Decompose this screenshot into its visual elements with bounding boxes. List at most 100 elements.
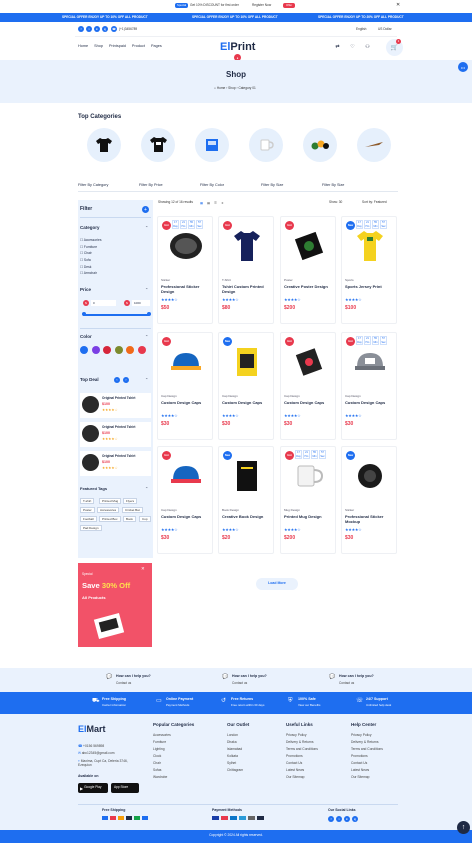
- product-category[interactable]: T-Shirt: [222, 279, 231, 282]
- product-card[interactable]: Hot 17 Day 21 Hrs 55 Min 57 Sec Sticker Profes…: [157, 216, 213, 324]
- deal-item[interactable]: Original Printed Tshirt $100 ★★★★☆: [80, 422, 151, 447]
- footer-link[interactable]: Promotions: [286, 754, 303, 758]
- language-select[interactable]: English: [356, 27, 366, 31]
- product-card[interactable]: Hot Cap Design Custom Design Caps ★★★★☆ $30: [280, 332, 336, 440]
- filter-by-price[interactable]: Filter By Price: [139, 183, 163, 188]
- price-min-input[interactable]: 0: [91, 300, 116, 306]
- promo-close-icon[interactable]: ✕: [141, 566, 145, 572]
- tag-chip[interactable]: Football: [80, 516, 97, 522]
- nav-printspaid[interactable]: Printspaid: [109, 44, 126, 49]
- footer-link[interactable]: London: [227, 733, 238, 737]
- currency-select[interactable]: US Dollar: [378, 27, 392, 31]
- deal-item[interactable]: Original Printed Tshirt $100 ★★★★☆: [80, 393, 151, 418]
- footer-link[interactable]: Privacy Policy: [286, 733, 307, 737]
- product-name[interactable]: Custom Design Caps: [161, 514, 213, 520]
- category-pen[interactable]: [357, 128, 391, 162]
- product-card[interactable]: Hot Poster Creative Poster Design ★★★★☆ $200: [280, 216, 336, 324]
- footer-link[interactable]: Chair: [153, 761, 161, 765]
- footer-link[interactable]: Kolkata: [227, 754, 238, 758]
- close-icon[interactable]: ✕: [396, 3, 400, 8]
- compare-icon[interactable]: ⇄: [334, 43, 341, 50]
- app-store-button[interactable]: App Store: [111, 783, 139, 793]
- product-card[interactable]: Hot Cap Design Custom Design Caps ★★★★☆ $30: [157, 446, 213, 554]
- footer-link[interactable]: Contact Us: [286, 761, 302, 765]
- product-card[interactable]: New Book Design Creative Book Design ★★★★☆ $…: [218, 446, 274, 554]
- footer-link[interactable]: Clock: [153, 754, 161, 758]
- product-category[interactable]: Cap Design: [161, 395, 177, 398]
- product-name[interactable]: Creative Poster Design: [284, 284, 336, 290]
- footer-link[interactable]: Our Sitemap: [286, 775, 305, 779]
- product-name[interactable]: Sports Jersey Print: [345, 284, 397, 290]
- deal-name[interactable]: Original Printed Tshirt: [102, 454, 135, 458]
- footer-link[interactable]: Dhaka: [227, 740, 237, 744]
- crumb-shop[interactable]: Shop: [228, 86, 235, 90]
- deal-name[interactable]: Original Printed Tshirt: [102, 396, 135, 400]
- category-apparel[interactable]: [141, 128, 175, 162]
- instagram-icon[interactable]: ig: [352, 816, 358, 822]
- product-card[interactable]: New 17 Day 21 Hrs 55 Min 57 Sec Sports Sports …: [341, 216, 397, 324]
- filter-by-size-1[interactable]: Filter By Size: [261, 183, 283, 188]
- footer-logo[interactable]: ElMart: [78, 725, 106, 734]
- footer-link[interactable]: Delivery & Returns: [286, 740, 313, 744]
- product-card[interactable]: New Sticker Professional Sticker Mockup ★★★…: [341, 446, 397, 554]
- twitter-icon[interactable]: t: [336, 816, 342, 822]
- category-collapse-icon[interactable]: ⌃: [145, 226, 148, 230]
- scroll-top-button[interactable]: ↑: [457, 821, 470, 834]
- help-contact-link[interactable]: Contact us: [232, 681, 247, 685]
- deal-item[interactable]: Original Printed Tshirt $100 ★★★★☆: [80, 451, 151, 476]
- category-item[interactable]: ☐ Furniture: [80, 245, 101, 249]
- grid-view-icon[interactable]: ▦: [199, 200, 204, 205]
- footer-link[interactable]: Terms and Conditions: [351, 747, 383, 751]
- product-category[interactable]: Poster: [284, 279, 293, 282]
- tag-chip[interactable]: Printed Box: [99, 516, 121, 522]
- color-swatch[interactable]: [80, 346, 88, 354]
- site-logo[interactable]: ElPrint: [220, 42, 255, 53]
- product-name[interactable]: Custom Design Caps: [222, 400, 274, 406]
- category-mug[interactable]: [249, 128, 283, 162]
- category-item[interactable]: ☐ Chair: [80, 252, 101, 255]
- tag-chip[interactable]: Book: [123, 516, 136, 522]
- tag-chip[interactable]: Cricket Bat: [122, 507, 143, 513]
- footer-link[interactable]: Accessories: [153, 733, 171, 737]
- nav-home[interactable]: Home: [78, 44, 88, 49]
- product-name[interactable]: Professional Sticker Design: [161, 284, 213, 295]
- footer-link[interactable]: Sylhet: [227, 761, 236, 765]
- footer-link[interactable]: Lighting: [153, 747, 165, 751]
- user-icon[interactable]: ⚇: [364, 43, 371, 50]
- deal-collapse-icon[interactable]: ⌃: [145, 378, 148, 382]
- wishlist-icon[interactable]: ♡: [349, 43, 356, 50]
- tag-chip[interactable]: T-shirt: [80, 498, 95, 504]
- price-collapse-icon[interactable]: ⌃: [145, 288, 148, 292]
- product-name[interactable]: Professional Sticker Mockup: [345, 514, 397, 525]
- register-link[interactable]: Register Now: [252, 3, 271, 7]
- grid-small-icon[interactable]: ▤: [206, 200, 211, 205]
- more-options-button[interactable]: •••: [458, 62, 468, 72]
- tag-chip[interactable]: Accessories: [97, 507, 120, 513]
- help-contact-link[interactable]: Contact us: [339, 681, 354, 685]
- product-name[interactable]: Printed Mug Design: [284, 514, 336, 520]
- footer-link[interactable]: Terms and Conditions: [286, 747, 318, 751]
- header-phone[interactable]: (+1)3456789: [119, 27, 137, 31]
- nav-pages[interactable]: Pages: [151, 44, 162, 49]
- footer-link[interactable]: Chittagram: [227, 768, 243, 772]
- filter-by-color[interactable]: Filter By Color: [200, 183, 224, 188]
- help-contact-link[interactable]: Contact us: [116, 681, 131, 685]
- color-swatch[interactable]: [137, 346, 146, 354]
- product-name[interactable]: Custom Design Caps: [345, 400, 397, 406]
- category-balls[interactable]: [303, 128, 337, 162]
- linkedin-icon[interactable]: in: [94, 26, 100, 32]
- product-category[interactable]: Sports: [345, 279, 354, 282]
- sort-select[interactable]: Sort by: Featured: [362, 200, 387, 204]
- product-name[interactable]: Custom Design Caps: [161, 400, 213, 406]
- product-card[interactable]: New Cap Design Custom Design Caps ★★★★☆ $30: [218, 332, 274, 440]
- footer-link[interactable]: Islamabad: [227, 747, 242, 751]
- filter-by-size-2[interactable]: Filter By Size: [322, 183, 344, 188]
- product-card[interactable]: Hot T-Shirt Tshirt Custom Printed Design ★★…: [218, 216, 274, 324]
- footer-link[interactable]: Delivery & Returns: [351, 740, 378, 744]
- product-category[interactable]: Cap Design: [345, 395, 361, 398]
- offer-button[interactable]: Offer: [283, 3, 296, 8]
- product-category[interactable]: Sticker: [345, 509, 354, 512]
- product-name[interactable]: Creative Book Design: [222, 514, 274, 520]
- linkedin-icon[interactable]: in: [344, 816, 350, 822]
- deal-next-button[interactable]: ›: [123, 377, 129, 383]
